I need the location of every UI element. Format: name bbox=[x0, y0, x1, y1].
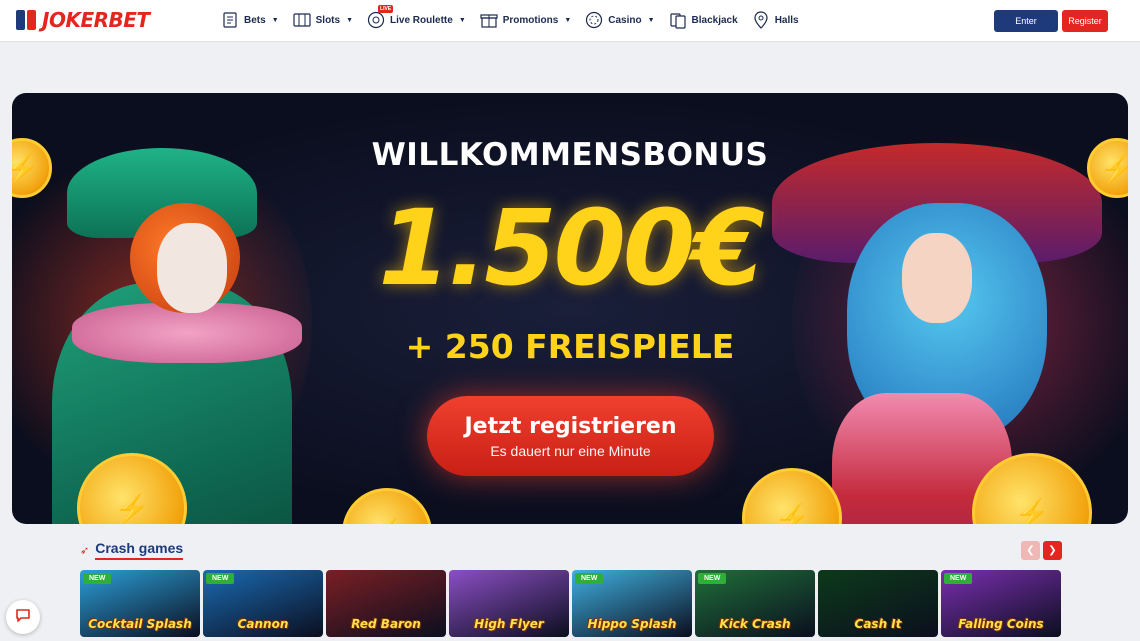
chevron-down-icon: ▼ bbox=[458, 16, 466, 24]
bets-icon bbox=[220, 10, 240, 30]
coin-icon bbox=[972, 453, 1092, 524]
crash-games-carousel: NEW Cocktail Splash NEW Cannon Red Baron H… bbox=[80, 570, 1061, 637]
bonus-title: WILLKOMMENSBONUS bbox=[371, 137, 769, 173]
coin-icon bbox=[1087, 138, 1128, 198]
coin-icon bbox=[342, 488, 432, 524]
nav-item-slots[interactable]: Slots ▼ bbox=[292, 8, 353, 32]
register-button[interactable]: Register bbox=[1062, 10, 1108, 32]
bonus-amount: 1.500€ bbox=[378, 187, 764, 309]
section-header-crash-games: ➶ Crash games bbox=[80, 540, 184, 560]
game-title: High Flyer bbox=[474, 617, 544, 631]
cta-sublabel: Es dauert nur eine Minute bbox=[490, 442, 651, 459]
jester-illustration bbox=[157, 223, 227, 313]
new-badge: NEW bbox=[575, 573, 604, 584]
game-title: Cash It bbox=[854, 617, 902, 631]
nav-item-live-roulette[interactable]: LIVE Live Roulette ▼ bbox=[366, 5, 466, 32]
game-tile[interactable]: NEW Kick Crash bbox=[695, 570, 815, 637]
nav-label: Blackjack bbox=[691, 14, 738, 26]
game-tile[interactable]: NEW Hippo Splash bbox=[572, 570, 692, 637]
carousel-prev-button[interactable]: ❮ bbox=[1021, 541, 1040, 560]
blackjack-icon bbox=[668, 10, 688, 30]
chevron-down-icon: ▼ bbox=[271, 16, 279, 24]
gift-icon bbox=[479, 10, 499, 30]
new-badge: NEW bbox=[83, 573, 112, 584]
game-tile[interactable]: NEW Cannon bbox=[203, 570, 323, 637]
casino-chip-icon bbox=[584, 10, 604, 30]
logo-mark-icon bbox=[16, 10, 36, 30]
location-pin-icon bbox=[751, 10, 771, 30]
nav-item-blackjack[interactable]: Blackjack bbox=[668, 8, 738, 32]
slots-icon bbox=[292, 10, 312, 30]
nav-item-halls[interactable]: Halls bbox=[751, 8, 799, 32]
chevron-down-icon: ▼ bbox=[346, 16, 354, 24]
nav-label: Live Roulette bbox=[390, 14, 453, 26]
game-tile[interactable]: High Flyer bbox=[449, 570, 569, 637]
chevron-right-icon: ❯ bbox=[1048, 545, 1057, 556]
main-nav: Bets ▼ Slots ▼ LIVE Live Roulette ▼ Prom… bbox=[220, 5, 812, 32]
cta-label: Jetzt registrieren bbox=[464, 413, 677, 439]
game-tile[interactable]: NEW Cocktail Splash bbox=[80, 570, 200, 637]
roulette-icon bbox=[366, 10, 386, 30]
game-title: Falling Coins bbox=[958, 617, 1044, 631]
new-badge: NEW bbox=[944, 573, 973, 584]
register-now-button[interactable]: Jetzt registrieren Es dauert nur eine Mi… bbox=[427, 396, 714, 476]
top-header: JOKERBET Bets ▼ Slots ▼ LIVE Live Roulet… bbox=[0, 0, 1140, 42]
bonus-freespins: + 250 FREISPIELE bbox=[405, 327, 735, 366]
new-badge: NEW bbox=[206, 573, 235, 584]
chevron-down-icon: ▼ bbox=[564, 16, 572, 24]
nav-label: Promotions bbox=[502, 14, 559, 26]
nav-label: Bets bbox=[244, 14, 266, 26]
game-title: Cannon bbox=[237, 617, 289, 631]
chevron-down-icon: ▼ bbox=[647, 16, 655, 24]
new-badge: NEW bbox=[698, 573, 727, 584]
nav-item-casino[interactable]: Casino ▼ bbox=[584, 8, 655, 32]
game-title: Kick Crash bbox=[719, 617, 791, 631]
welcome-bonus-banner[interactable]: WILLKOMMENSBONUS 1.500€ + 250 FREISPIELE… bbox=[12, 93, 1128, 524]
game-tile[interactable]: Cash It bbox=[818, 570, 938, 637]
carousel-next-button[interactable]: ❯ bbox=[1043, 541, 1062, 560]
game-tile[interactable]: NEW Falling Coins bbox=[941, 570, 1061, 637]
enter-button[interactable]: Enter bbox=[994, 10, 1058, 32]
nav-item-bets[interactable]: Bets ▼ bbox=[220, 8, 279, 32]
nav-label: Casino bbox=[608, 14, 642, 26]
rocket-icon: ➶ bbox=[80, 544, 90, 557]
logo[interactable]: JOKERBET bbox=[16, 8, 150, 32]
chevron-left-icon: ❮ bbox=[1026, 545, 1035, 556]
logo-text: JOKERBET bbox=[42, 8, 150, 32]
game-tile[interactable]: Red Baron bbox=[326, 570, 446, 637]
coin-icon bbox=[12, 138, 52, 198]
coin-icon bbox=[742, 468, 842, 524]
live-badge: LIVE bbox=[378, 5, 394, 13]
coin-icon bbox=[77, 453, 187, 524]
nav-item-promotions[interactable]: Promotions ▼ bbox=[479, 8, 572, 32]
game-title: Hippo Splash bbox=[587, 617, 677, 631]
nav-label: Halls bbox=[774, 14, 799, 26]
jester-illustration bbox=[902, 233, 972, 323]
game-title: Cocktail Splash bbox=[88, 617, 192, 631]
chat-icon bbox=[15, 607, 31, 628]
game-title: Red Baron bbox=[351, 617, 421, 631]
section-title[interactable]: Crash games bbox=[95, 540, 184, 560]
nav-label: Slots bbox=[315, 14, 341, 26]
live-chat-button[interactable] bbox=[6, 600, 40, 634]
